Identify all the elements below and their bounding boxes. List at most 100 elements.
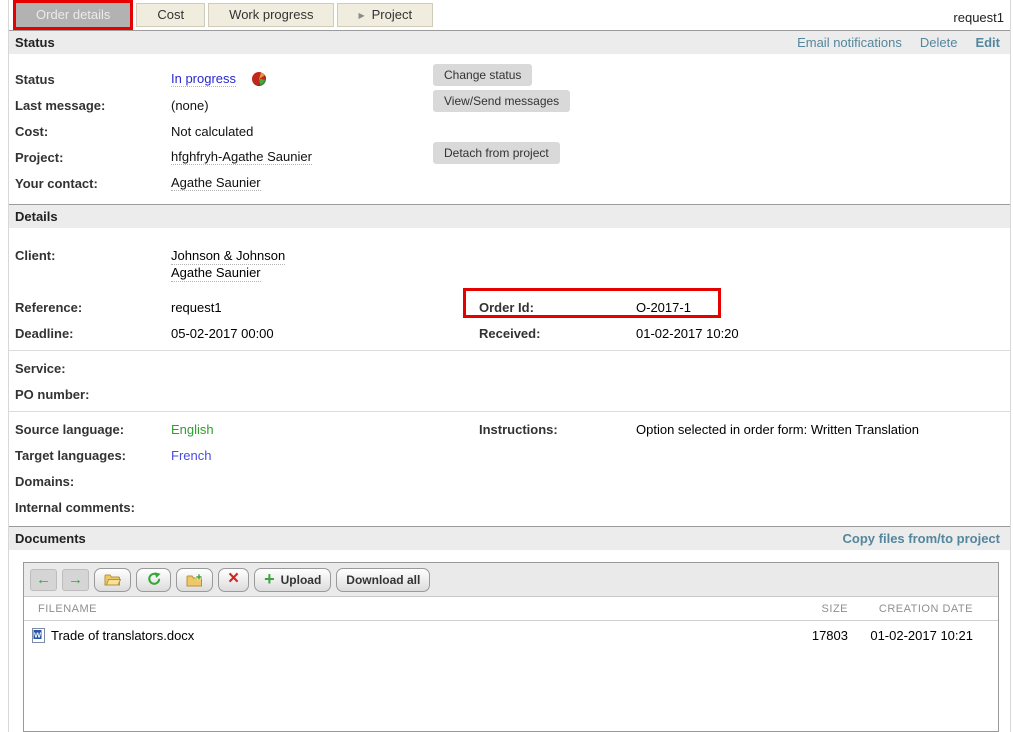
documents-table-header: FILENAME SIZE CREATION DATE <box>24 597 998 621</box>
instructions-label: Instructions: <box>479 422 636 437</box>
change-status-button[interactable]: Change status <box>433 64 532 86</box>
tab-order-details[interactable]: Order details <box>13 0 133 30</box>
deadline-value: 05-02-2017 00:00 <box>171 326 479 341</box>
open-folder-button[interactable] <box>94 568 131 592</box>
tab-label: Order details <box>36 7 110 22</box>
project-label: Project: <box>15 150 171 165</box>
client-contact-person: Agathe Saunier <box>171 265 261 282</box>
client-label: Client: <box>15 248 171 282</box>
size-column-header[interactable]: SIZE <box>758 603 848 615</box>
target-languages-label: Target languages: <box>15 448 171 463</box>
client-company: Johnson & Johnson <box>171 248 285 265</box>
file-name: Trade of translators.docx <box>51 628 194 643</box>
source-language-row: Source language: English Instructions: O… <box>9 416 1010 442</box>
status-section-title: Status <box>15 35 55 50</box>
project-value: hfghfryh-Agathe Saunier <box>171 149 312 165</box>
tab-label: Project <box>372 7 412 22</box>
source-language-value: English <box>171 422 479 437</box>
documents-file-panel: ← → <box>23 562 999 732</box>
tab-label: Cost <box>157 7 184 22</box>
copy-files-link[interactable]: Copy files from/to project <box>843 531 1000 546</box>
file-size: 17803 <box>758 628 848 643</box>
received-label: Received: <box>479 326 636 341</box>
svg-text:W: W <box>34 630 42 639</box>
edit-link[interactable]: Edit <box>975 35 1000 50</box>
pie-chart-icon <box>252 72 266 86</box>
details-section-title: Details <box>15 209 58 224</box>
deadline-received-row: Deadline: 05-02-2017 00:00 Received: 01-… <box>9 320 1010 346</box>
folder-plus-icon <box>186 573 203 587</box>
client-row: Client: Johnson & Johnson Agathe Saunier <box>9 248 1010 282</box>
domains-label: Domains: <box>15 474 171 489</box>
tab-work-progress[interactable]: Work progress <box>208 3 334 27</box>
file-creation-date: 01-02-2017 10:21 <box>848 628 998 643</box>
documents-section: Documents Copy files from/to project ← → <box>9 526 1010 732</box>
status-value-link[interactable]: In progress <box>171 71 236 87</box>
back-button[interactable]: ← <box>30 569 57 591</box>
target-languages-row: Target languages: French <box>9 442 1010 468</box>
reference-orderid-row: Reference: request1 Order Id: O-2017-1 <box>9 294 1010 320</box>
order-id-label: Order Id: <box>479 300 636 315</box>
delete-link[interactable]: Delete <box>920 35 958 50</box>
status-section-bar: Status Email notifications Delete Edit <box>9 30 1010 54</box>
status-body: Status In progress Last message: (none) … <box>9 54 1010 204</box>
detach-from-project-button[interactable]: Detach from project <box>433 142 560 164</box>
forward-button[interactable]: → <box>62 569 89 591</box>
folder-open-icon <box>104 573 121 586</box>
tab-label: Work progress <box>229 7 313 22</box>
last-message-value: (none) <box>171 98 1004 113</box>
last-message-label: Last message: <box>15 98 171 113</box>
triangle-right-icon: ▶ <box>358 11 364 20</box>
source-language-label: Source language: <box>15 422 171 437</box>
file-row[interactable]: W Trade of translators.docx 17803 01-02-… <box>24 621 998 649</box>
refresh-button[interactable] <box>136 568 171 592</box>
delete-file-button[interactable]: × <box>218 568 249 592</box>
download-all-button[interactable]: Download all <box>336 568 430 592</box>
cost-label: Cost: <box>15 124 171 139</box>
deadline-label: Deadline: <box>15 326 171 341</box>
tab-bar: Order details Cost Work progress ▶ Projec… <box>9 0 1010 30</box>
email-notifications-link[interactable]: Email notifications <box>797 35 902 50</box>
status-section: Status Email notifications Delete Edit S… <box>9 30 1010 204</box>
divider <box>9 350 1010 351</box>
status-label: Status <box>15 72 171 87</box>
documents-section-title: Documents <box>15 531 86 546</box>
internal-comments-label: Internal comments: <box>15 500 171 515</box>
details-body: Client: Johnson & Johnson Agathe Saunier… <box>9 228 1010 526</box>
view-send-messages-button[interactable]: View/Send messages <box>433 90 570 112</box>
download-all-label: Download all <box>346 573 420 587</box>
tab-cost[interactable]: Cost <box>136 3 205 27</box>
creation-date-column-header[interactable]: CREATION DATE <box>848 603 998 615</box>
refresh-icon <box>146 572 161 587</box>
service-label: Service: <box>15 361 171 376</box>
reference-value: request1 <box>171 300 479 315</box>
delete-x-icon: × <box>228 569 239 588</box>
po-number-label: PO number: <box>15 387 171 402</box>
upload-label: Upload <box>281 573 322 587</box>
order-details-page: Order details Cost Work progress ▶ Projec… <box>8 0 1011 732</box>
your-contact-label: Your contact: <box>15 176 171 191</box>
po-number-row: PO number: <box>9 381 1010 407</box>
tab-project[interactable]: ▶ Project <box>337 3 433 27</box>
order-reference-text: request1 <box>953 10 1006 25</box>
your-contact-value: Agathe Saunier <box>171 175 261 191</box>
internal-comments-row: Internal comments: <box>9 494 1010 520</box>
details-section: Details Client: Johnson & Johnson Agathe… <box>9 204 1010 526</box>
arrow-left-icon: ← <box>36 572 51 587</box>
arrow-right-icon: → <box>68 572 83 587</box>
status-bar-links: Email notifications Delete Edit <box>797 35 1000 50</box>
new-folder-button[interactable] <box>176 568 213 592</box>
reference-label: Reference: <box>15 300 171 315</box>
details-section-bar: Details <box>9 204 1010 228</box>
service-row: Service: <box>9 355 1010 381</box>
documents-toolbar: ← → <box>24 563 998 597</box>
green-plus-icon: + <box>264 570 275 588</box>
cost-row: Cost: Not calculated <box>15 118 1004 144</box>
upload-button[interactable]: + Upload <box>254 568 331 592</box>
domains-row: Domains: <box>9 468 1010 494</box>
order-id-value: O-2017-1 <box>636 300 1004 315</box>
instructions-value: Option selected in order form: Written T… <box>636 422 1004 437</box>
filename-column-header[interactable]: FILENAME <box>24 603 758 615</box>
word-doc-icon: W <box>32 628 45 643</box>
cost-value: Not calculated <box>171 124 1004 139</box>
